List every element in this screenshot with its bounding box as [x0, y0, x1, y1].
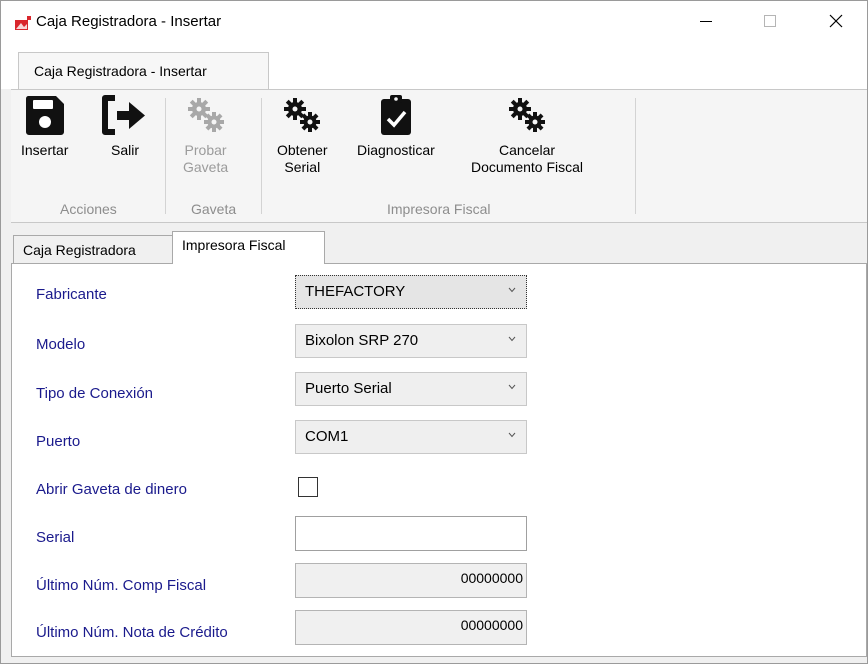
probar-label-line2: Gaveta [183, 159, 229, 175]
modelo-select[interactable]: Bixolon SRP 270 [295, 324, 527, 358]
chevron-down-icon [508, 432, 516, 438]
abrir-gaveta-checkbox[interactable] [298, 477, 318, 497]
maximize-button[interactable] [747, 1, 793, 41]
group-separator [165, 98, 166, 214]
title-bar[interactable]: Caja Registradora - Insertar [1, 1, 867, 45]
minimize-button[interactable] [683, 1, 729, 41]
obtener-serial-button[interactable]: Obtener Serial [277, 94, 328, 176]
chevron-down-icon [508, 336, 516, 342]
group-separator [635, 98, 636, 214]
ultimo-nota-credito-label: Último Núm. Nota de Crédito [36, 624, 228, 641]
minimize-icon [700, 20, 712, 22]
fabricante-select[interactable]: THEFACTORY [295, 275, 527, 309]
fabricante-label: Fabricante [36, 286, 107, 303]
group-label-gaveta: Gaveta [191, 201, 237, 217]
clipboard-check-icon [380, 95, 411, 135]
obtener-label-line1: Obtener [277, 142, 328, 158]
abrir-gaveta-label: Abrir Gaveta de dinero [36, 481, 187, 498]
obtener-label-line2: Serial [284, 159, 321, 175]
salir-button[interactable]: Salir [101, 94, 149, 159]
save-icon [25, 96, 64, 135]
puerto-select[interactable]: COM1 [295, 420, 527, 454]
serial-label: Serial [36, 529, 75, 546]
gears-icon [187, 98, 224, 132]
ultimo-comp-fiscal-label: Último Núm. Comp Fiscal [36, 577, 207, 594]
ribbon-panel: Insertar Salir Probar Gaveta Obtener Ser… [11, 89, 867, 223]
probar-gaveta-button[interactable]: Probar Gaveta [183, 94, 228, 176]
window-title: Caja Registradora - Insertar [36, 13, 222, 30]
tipo-conexion-select[interactable]: Puerto Serial [295, 372, 527, 406]
diagnosticar-button[interactable]: Diagnosticar [357, 94, 435, 159]
app-window: Caja Registradora - Insertar Caja Regist… [0, 0, 868, 664]
gears-icon [284, 98, 321, 132]
puerto-label: Puerto [36, 433, 81, 450]
group-label-impresora: Impresora Fiscal [387, 201, 491, 217]
tab-caja-registradora[interactable]: Caja Registradora [13, 235, 173, 263]
form-tabstrip: Caja Registradora Impresora Fiscal [11, 231, 867, 264]
gears-icon [509, 98, 546, 132]
ribbon-tabstrip: Caja Registradora - Insertar [1, 45, 867, 90]
tipo-conexion-value: Puerto Serial [305, 380, 392, 397]
tab-impresora-fiscal[interactable]: Impresora Fiscal [172, 231, 325, 264]
probar-label-line1: Probar [184, 142, 227, 158]
insertar-button[interactable]: Insertar [21, 94, 68, 159]
chevron-down-icon [508, 384, 516, 390]
diagnosticar-label: Diagnosticar [357, 142, 435, 158]
close-icon [829, 14, 843, 28]
puerto-value: COM1 [305, 428, 349, 445]
cancelar-label-line2: Documento Fiscal [471, 159, 584, 175]
ultimo-comp-fiscal-field[interactable]: 00000000 [295, 563, 527, 598]
fabricante-value: THEFACTORY [305, 283, 406, 300]
insertar-label: Insertar [21, 142, 69, 158]
salir-label: Salir [110, 142, 139, 158]
group-separator [261, 98, 262, 214]
group-label-acciones: Acciones [60, 201, 117, 217]
app-icon [15, 16, 31, 30]
ultimo-nota-credito-field[interactable]: 00000000 [295, 610, 527, 645]
tipo-conexion-label: Tipo de Conexión [36, 385, 154, 402]
modelo-value: Bixolon SRP 270 [305, 332, 419, 349]
ribbon-tab-caja-insertar[interactable]: Caja Registradora - Insertar [18, 52, 269, 90]
chevron-down-icon [508, 287, 516, 293]
cancelar-documento-button[interactable]: Cancelar Documento Fiscal [471, 94, 583, 176]
exit-icon [102, 95, 145, 135]
cancelar-label-line1: Cancelar [499, 142, 556, 158]
maximize-icon [764, 15, 776, 27]
close-button[interactable] [813, 1, 859, 41]
modelo-label: Modelo [36, 336, 86, 353]
serial-input[interactable] [295, 516, 527, 551]
impresora-fiscal-panel: Fabricante THEFACTORY Modelo Bixolon SRP… [11, 263, 867, 657]
